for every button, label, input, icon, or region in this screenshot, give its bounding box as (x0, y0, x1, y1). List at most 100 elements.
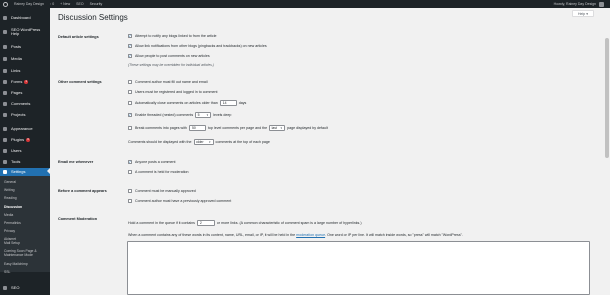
sidebar-item-label: SEO (11, 285, 20, 290)
notify-blogs-checkbox[interactable]: ✓ (128, 34, 132, 38)
sidebar-item-projects[interactable]: Projects (0, 112, 50, 118)
threaded-comments-checkbox[interactable]: ✓ (128, 113, 132, 117)
comments-count-link[interactable]: ▫ 0 (47, 0, 57, 8)
select-value: last (271, 126, 277, 130)
option-label: Automatically close comments on articles… (135, 101, 218, 105)
option-label: Allow people to post comments on new art… (135, 54, 210, 58)
comment-moderation-label: Comment Moderation (58, 217, 98, 221)
previously-approved-option[interactable]: Comment author must have a previously ap… (128, 199, 231, 203)
link-icon (3, 69, 7, 74)
submenu-item-reading[interactable]: Reading (4, 196, 17, 201)
submenu-item-discussion[interactable]: Discussion (4, 205, 22, 210)
select-value: 5 (197, 113, 200, 117)
allow-comments-option[interactable]: ✓ Allow people to post comments on new ar… (128, 54, 210, 58)
howdy-account-link[interactable]: Howdy, Rainey Day Design (554, 2, 596, 6)
manual-approval-option[interactable]: Comment must be manually approved (128, 189, 196, 193)
require-name-email-option[interactable]: Comment author must fill out name and em… (128, 80, 208, 84)
email-on-moderation-checkbox[interactable] (128, 170, 132, 174)
moderation-links-line: Hold a comment in the queue if it contai… (128, 220, 362, 226)
email-on-comment-option[interactable]: ✓ Anyone posts a comment (128, 160, 176, 164)
sidebar-item-plugins[interactable]: Plugins 3 (0, 137, 50, 143)
comment-order-select[interactable]: older ▼ (193, 139, 214, 145)
sidebar-item-links[interactable]: Links (0, 68, 50, 74)
avatar[interactable] (599, 1, 604, 7)
new-content-link[interactable]: + New (57, 0, 73, 8)
option-label: Allow link notifications from other blog… (135, 44, 267, 48)
require-registration-checkbox[interactable] (128, 90, 132, 94)
option-label: top level comments per page and the (207, 126, 268, 130)
default-article-settings-label: Default article settings (58, 35, 99, 39)
wordpress-logo-icon[interactable] (0, 0, 11, 8)
submenu-item-easy-mailchimp[interactable]: Easy Mailchimp (4, 262, 28, 267)
sidebar-item-label: Links (11, 68, 21, 73)
sidebar-item-dashboard[interactable]: Dashboard (0, 15, 50, 21)
scrollbar-thumb[interactable] (605, 38, 609, 158)
sidebar-item-pages[interactable]: Pages (0, 90, 50, 96)
sidebar-item-seo[interactable]: SEO (0, 285, 50, 291)
threaded-comments-option[interactable]: ✓ Enable threaded (nested) comments 5 ▼ leve… (128, 112, 231, 118)
forms-icon (3, 80, 7, 85)
chevron-down-icon: ▼ (208, 140, 212, 144)
sidebar-item-appearance[interactable]: Appearance (0, 126, 50, 132)
sidebar-item-users[interactable]: Users (0, 148, 50, 154)
option-label: Break comments into pages with (135, 126, 187, 130)
option-label: Anyone posts a comment (135, 160, 176, 164)
option-label: Attempt to notify any blogs linked to fr… (135, 34, 217, 38)
option-label: Hold a comment in the queue if it contai… (128, 221, 195, 225)
submenu-item-ssl[interactable]: SSL (4, 270, 10, 275)
email-on-moderation-option[interactable]: A comment is held for moderation (128, 170, 189, 174)
require-name-email-checkbox[interactable] (128, 80, 132, 84)
submenu-item-permalinks[interactable]: Permalinks (4, 221, 21, 226)
plugin-icon (3, 138, 7, 143)
users-icon (3, 149, 7, 154)
moderation-queue-link[interactable]: moderation queue (296, 233, 325, 237)
seo-icon (3, 286, 7, 291)
moderation-words-description: When a comment contains any of these wor… (128, 233, 463, 237)
sidebar-item-posts[interactable]: Posts (0, 44, 50, 50)
paintbrush-icon (3, 127, 7, 132)
link-notifications-checkbox[interactable]: ✓ (128, 44, 132, 48)
submenu-item-coming-soon[interactable]: Coming Soon Page & Maintenance Mode (4, 249, 48, 258)
option-label: comments at the top of each page (215, 140, 270, 144)
option-label: Comment author must have a previously ap… (135, 199, 232, 203)
submenu-item-media[interactable]: Media (4, 213, 13, 218)
override-note: (These settings may be overridden for in… (128, 63, 214, 67)
paginate-comments-option[interactable]: Break comments into pages with 50 top leve… (128, 125, 328, 131)
moderation-keys-textarea[interactable] (127, 241, 590, 295)
submenu-item-mail-setup[interactable]: Mail Setup (4, 241, 20, 246)
submenu-item-privacy[interactable]: Privacy (4, 229, 15, 234)
link-notifications-option[interactable]: ✓ Allow link notifications from other blo… (128, 44, 267, 48)
site-name-link[interactable]: Rainey Day Design (11, 0, 47, 8)
default-page-select[interactable]: last ▼ (269, 125, 286, 131)
sidebar-item-label: Plugins (11, 137, 25, 142)
option-label: days (238, 101, 247, 105)
notify-blogs-option[interactable]: ✓ Attempt to notify any blogs linked to f… (128, 34, 217, 38)
seo-plugin-link[interactable]: SEO (73, 0, 86, 8)
paginate-comments-checkbox[interactable] (128, 126, 132, 130)
help-tab-button[interactable]: Help ▾ (572, 10, 594, 17)
submenu-item-general[interactable]: General (4, 180, 16, 185)
close-comments-days-input[interactable]: 14 (219, 100, 237, 106)
allow-comments-checkbox[interactable]: ✓ (128, 54, 132, 58)
sidebar-item-forms[interactable]: Forms 1 (0, 79, 50, 85)
sidebar-item-comments[interactable]: Comments (0, 101, 50, 107)
sidebar-item-settings[interactable]: Settings (0, 168, 50, 176)
before-comment-appears-label: Before a comment appears (58, 189, 107, 193)
sidebar-item-media[interactable]: Media (0, 56, 50, 62)
select-value: older (196, 140, 204, 144)
moderation-links-input[interactable]: 2 (196, 220, 215, 226)
comments-per-page-input[interactable]: 50 (188, 125, 206, 131)
chevron-down-icon: ▼ (280, 126, 283, 130)
previously-approved-checkbox[interactable] (128, 199, 132, 203)
sidebar-item-tools[interactable]: Tools (0, 159, 50, 165)
close-comments-option[interactable]: Automatically close comments on articles… (128, 100, 246, 106)
thread-depth-select[interactable]: 5 ▼ (195, 112, 212, 118)
sidebar-item-seo-help[interactable]: SEO WordPress Help (0, 27, 50, 36)
close-comments-checkbox[interactable] (128, 101, 132, 105)
submenu-item-writing[interactable]: Writing (4, 188, 15, 193)
email-on-comment-checkbox[interactable]: ✓ (128, 160, 132, 164)
sidebar-item-label: Forms (11, 79, 23, 84)
security-link[interactable]: Security (87, 0, 106, 8)
manual-approval-checkbox[interactable] (128, 189, 132, 193)
require-registration-option[interactable]: Users must be registered and logged in t… (128, 90, 218, 94)
